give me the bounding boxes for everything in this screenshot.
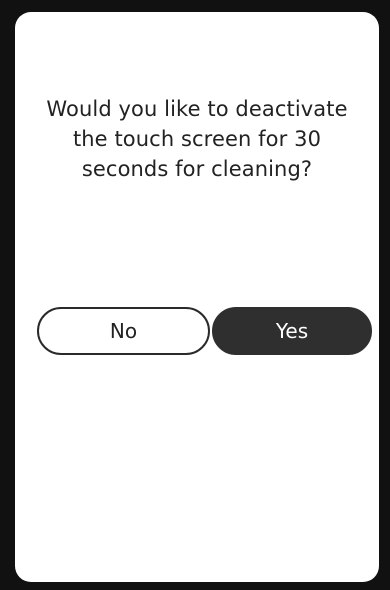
cleaning-dialog: Would you like to deactivate the touch s… bbox=[15, 12, 379, 582]
no-button[interactable]: No bbox=[37, 307, 210, 355]
dialog-message: Would you like to deactivate the touch s… bbox=[46, 97, 348, 181]
yes-button-label: Yes bbox=[275, 319, 309, 343]
yes-button[interactable]: Yes bbox=[212, 307, 372, 355]
no-button-label: No bbox=[109, 319, 138, 343]
